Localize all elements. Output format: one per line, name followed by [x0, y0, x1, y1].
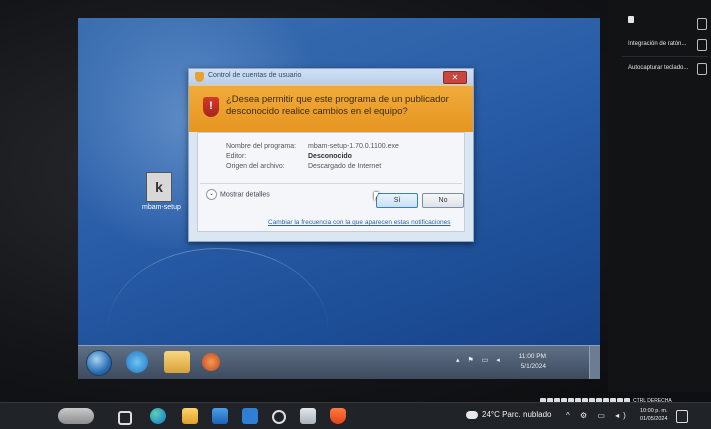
host-clock[interactable]: 10:00 p. m. 01/05/2024	[640, 407, 668, 423]
mail-icon[interactable]	[242, 408, 258, 424]
installer-icon: k	[146, 172, 172, 202]
program-name-value: mbam-setup-1.70.0.1100.exe	[308, 143, 399, 150]
show-desktop-button[interactable]	[589, 346, 600, 379]
cloud-icon	[466, 410, 478, 419]
host-clock-time: 10:00 p. m.	[640, 408, 668, 414]
warning-shield-icon: !	[203, 97, 219, 117]
settings-icon[interactable]	[272, 410, 286, 424]
publisher-label: Editor:	[226, 153, 247, 160]
uac-titlebar[interactable]: Control de cuentas de usuario ✕	[189, 69, 473, 85]
virtualbox-icon[interactable]	[300, 408, 316, 424]
vm-clock-time: 11:00 PM	[518, 353, 546, 360]
notification-mouse-integration[interactable]: Integración de ratón...	[628, 41, 686, 47]
host-clock-date: 01/05/2024	[640, 416, 668, 422]
store-icon[interactable]	[212, 408, 228, 424]
mouse-cursor-icon	[374, 192, 379, 201]
uac-info-panel: Nombre del programa: mbam-setup-1.70.0.1…	[197, 132, 465, 232]
file-explorer-icon[interactable]	[182, 408, 198, 424]
origin-label: Origen del archivo:	[226, 163, 285, 170]
show-details-label: Mostrar detalles	[220, 191, 270, 199]
notification-icon	[628, 16, 634, 23]
weather-widget[interactable]: 24°C Parc. nublado	[466, 410, 551, 419]
uac-title: Control de cuentas de usuario	[208, 72, 302, 79]
dismiss-icon[interactable]	[697, 63, 707, 75]
host-taskbar: 24°C Parc. nublado ^ ⚙ ▭ ◂) 10:00 p. m. …	[0, 402, 711, 429]
divider	[622, 56, 708, 57]
dismiss-icon[interactable]	[697, 39, 707, 51]
notification-frequency-link[interactable]: Cambiar la frecuencia con la que aparece…	[268, 219, 450, 226]
show-details-toggle[interactable]: ⌄ Mostrar detalles	[206, 189, 270, 200]
dismiss-icon[interactable]	[697, 18, 707, 30]
task-view-icon[interactable]	[118, 411, 132, 425]
program-name-label: Nombre del programa:	[226, 143, 297, 150]
notification-panel: Integración de ratón... Autocapturar tec…	[608, 0, 711, 392]
uac-dialog: Control de cuentas de usuario ✕ ! ¿Desea…	[188, 68, 474, 242]
uac-warning-banner: ! ¿Desea permitir que este programa de u…	[189, 85, 473, 132]
divider	[200, 183, 462, 184]
close-button[interactable]: ✕	[443, 71, 467, 84]
vm-status-strip: CTRL DERECHA	[540, 392, 711, 404]
yes-button[interactable]: Sí	[376, 193, 418, 208]
chevron-down-icon: ⌄	[206, 189, 217, 200]
desktop-icon-label: mbam-setup	[142, 204, 181, 211]
brave-browser-icon[interactable]	[330, 408, 346, 424]
start-button[interactable]	[86, 350, 112, 376]
vm-clock[interactable]: 11:00 PM 5/1/2024	[519, 352, 546, 372]
no-button[interactable]: No	[422, 193, 464, 208]
vm-system-tray[interactable]: ▴ ⚑ ▭ ◂	[456, 356, 503, 364]
widgets-icon[interactable]	[58, 408, 94, 424]
notification-keyboard-capture[interactable]: Autocapturar teclado...	[628, 65, 688, 71]
notification-center-icon[interactable]	[676, 410, 688, 423]
file-explorer-icon[interactable]	[164, 351, 190, 373]
media-player-icon[interactable]	[202, 353, 220, 371]
origin-value: Descargado de Internet	[308, 163, 382, 170]
edge-browser-icon[interactable]	[150, 408, 166, 424]
vm-taskbar: ▴ ⚑ ▭ ◂ 11:00 PM 5/1/2024	[78, 345, 600, 379]
vm-clock-date: 5/1/2024	[520, 363, 546, 370]
shield-icon	[195, 72, 204, 82]
desktop-icon-installer[interactable]: k mbam-setup	[142, 172, 181, 211]
host-system-tray[interactable]: ^ ⚙ ▭ ◂)	[566, 411, 630, 420]
internet-explorer-icon[interactable]	[126, 351, 148, 373]
publisher-value: Desconocido	[308, 153, 352, 160]
weather-text: 24°C Parc. nublado	[482, 410, 552, 419]
uac-question: ¿Desea permitir que este programa de un …	[226, 94, 449, 117]
